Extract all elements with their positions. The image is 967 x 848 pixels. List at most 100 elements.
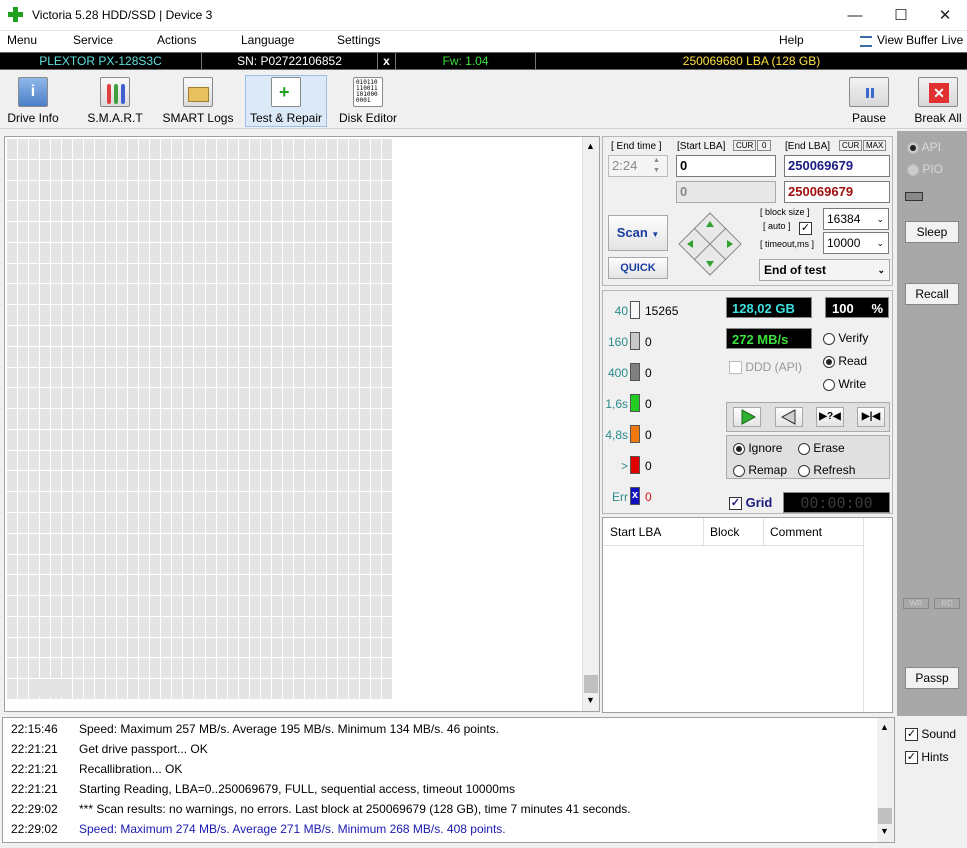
scan-block — [194, 139, 205, 159]
menu-item-service[interactable]: Service — [73, 33, 113, 47]
play-button[interactable] — [733, 407, 761, 427]
legend-label: 160 — [607, 335, 628, 349]
scroll-down-icon[interactable]: ▼ — [586, 695, 595, 705]
scan-block — [128, 512, 139, 533]
end-button[interactable]: ▶|◀ — [857, 407, 885, 427]
ignore-radio[interactable]: Ignore — [733, 441, 782, 455]
read-radio[interactable]: Read — [823, 354, 867, 368]
scroll-down-icon[interactable]: ▼ — [880, 826, 889, 836]
legend-swatch — [630, 425, 640, 443]
log-scrollbar[interactable]: ▲ ▼ — [877, 718, 894, 842]
column-start-lba[interactable]: Start LBA — [610, 525, 661, 539]
rewind-button[interactable] — [775, 407, 803, 427]
grid-checkbox[interactable]: ✓ Grid — [729, 495, 772, 511]
legend-label: 400 — [607, 366, 628, 380]
pio-radio[interactable]: PIO — [907, 162, 943, 176]
menu-item-actions[interactable]: Actions — [157, 33, 196, 47]
scan-block — [249, 242, 260, 263]
scan-block — [326, 471, 337, 492]
break-all-button[interactable]: ✕ Break All — [912, 75, 964, 127]
pause-label: Pause — [851, 111, 887, 125]
scan-block — [150, 450, 161, 471]
scan-block — [348, 305, 359, 325]
direction-pad-icon[interactable] — [677, 211, 743, 277]
scan-block — [172, 388, 183, 409]
scan-block — [73, 450, 84, 471]
block-size-select[interactable]: 16384 ⌄ — [823, 208, 889, 230]
right-sidebar: API PIO Sleep Recall WR RD Passp — [897, 131, 967, 716]
scan-block — [205, 305, 216, 325]
scan-block — [293, 554, 304, 575]
scan-block — [194, 533, 205, 554]
scan-block — [337, 554, 348, 575]
scan-block — [381, 429, 392, 450]
scan-block — [370, 242, 381, 263]
smart-button[interactable]: S.M.A.R.T — [80, 75, 150, 127]
menu-item-language[interactable]: Language — [241, 33, 294, 47]
start-zero-button[interactable]: 0 — [757, 140, 772, 151]
verify-radio[interactable]: Verify — [823, 331, 868, 345]
scan-block — [216, 679, 227, 699]
write-radio[interactable]: Write — [823, 377, 866, 391]
scan-block — [95, 409, 106, 429]
scroll-up-icon[interactable]: ▲ — [586, 141, 595, 151]
scroll-up-icon[interactable]: ▲ — [880, 722, 889, 732]
api-radio[interactable]: API — [907, 140, 941, 154]
log-scroll-thumb[interactable] — [878, 808, 892, 824]
scan-block — [227, 575, 238, 596]
disk-editor-button[interactable]: 010110 110011 101000 0001 Disk Editor — [337, 75, 399, 127]
column-comment[interactable]: Comment — [770, 525, 822, 539]
skip-button[interactable]: ▶?◀ — [816, 407, 844, 427]
maximize-button[interactable]: ☐ — [878, 0, 924, 31]
map-scrollbar[interactable]: ▲ ▼ — [582, 137, 599, 711]
timeout-select[interactable]: 10000 ⌄ — [823, 232, 889, 254]
scan-block — [271, 222, 282, 242]
test-repair-button[interactable]: + Test & Repair — [245, 75, 327, 127]
scan-block — [216, 325, 227, 346]
smart-logs-button[interactable]: SMART Logs — [162, 75, 234, 127]
recall-button[interactable]: Recall — [905, 283, 959, 305]
scroll-thumb[interactable] — [584, 675, 598, 693]
scan-block — [7, 325, 18, 346]
remap-radio[interactable]: Remap — [733, 463, 787, 477]
sound-checkbox[interactable]: ✓ Sound — [905, 727, 956, 742]
drive-info-button[interactable]: i Drive Info — [4, 75, 62, 127]
scan-block — [315, 139, 326, 159]
end-of-test-select[interactable]: End of test ⌄ — [759, 259, 890, 281]
close-button[interactable]: ✕ — [922, 0, 967, 31]
hints-checkbox[interactable]: ✓ Hints — [905, 750, 949, 765]
scan-block — [106, 492, 117, 512]
scan-block — [62, 263, 73, 284]
view-buffer-live[interactable]: View Buffer Live — [877, 33, 963, 47]
start-lba-input[interactable]: 0 — [676, 155, 776, 177]
sleep-button[interactable]: Sleep — [905, 221, 959, 243]
timeout-value: 10000 — [827, 236, 861, 250]
rd-indicator: RD — [934, 598, 960, 609]
end-max-button[interactable]: MAX — [863, 140, 887, 151]
passport-button[interactable]: Passp — [905, 667, 959, 689]
start-cur-button[interactable]: CUR — [733, 140, 757, 151]
erase-radio[interactable]: Erase — [798, 441, 845, 455]
minimize-button[interactable]: — — [832, 0, 878, 31]
end-lba-input[interactable]: 250069679 — [784, 155, 890, 177]
scanned-size: 128,02 GB — [726, 297, 812, 318]
scan-block — [348, 159, 359, 180]
device-capacity: 250069680 LBA (128 GB) — [682, 54, 821, 68]
end-cur-button[interactable]: CUR — [839, 140, 863, 151]
device-model: PLEXTOR PX-128S3C — [0, 53, 202, 69]
menu-item-help[interactable]: Help — [779, 33, 804, 47]
pause-button[interactable]: Pause — [846, 75, 892, 127]
menu-item-settings[interactable]: Settings — [337, 33, 380, 47]
scan-block — [161, 305, 172, 325]
ddd-api-checkbox[interactable]: DDD (API) — [729, 360, 802, 375]
column-block[interactable]: Block — [710, 525, 739, 539]
menu-item-menu[interactable]: Menu — [7, 33, 37, 47]
scan-block — [161, 575, 172, 596]
auto-checkbox[interactable]: ✓ — [799, 222, 812, 236]
close-device-button[interactable]: x — [378, 53, 396, 69]
end-time-spinner-icon[interactable]: ▲ ▼ — [653, 156, 660, 176]
quick-button[interactable]: QUICK — [608, 257, 668, 279]
scan-block — [238, 637, 249, 658]
scan-button[interactable]: Scan ▼ — [608, 215, 668, 251]
refresh-radio[interactable]: Refresh — [798, 463, 855, 477]
